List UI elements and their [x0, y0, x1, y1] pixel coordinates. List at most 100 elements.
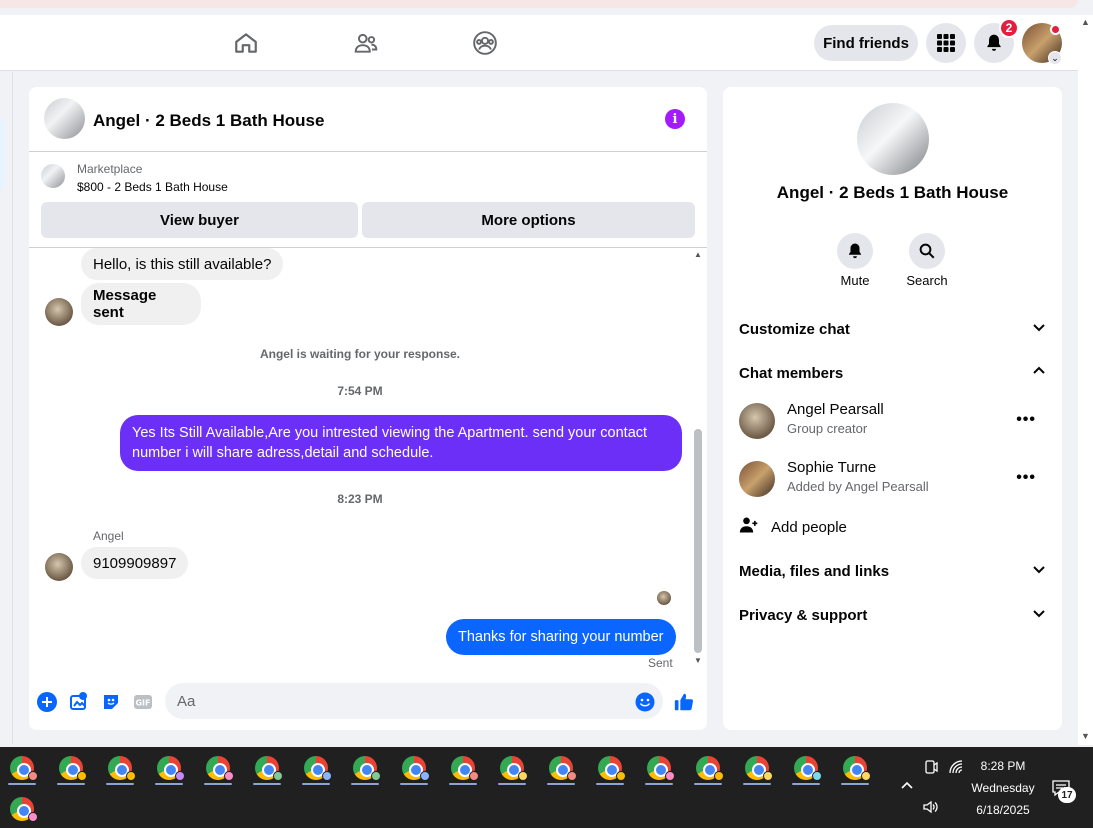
details-avatar[interactable]: [857, 103, 929, 175]
scroll-down-arrow-icon[interactable]: ▼: [1081, 731, 1090, 741]
chrome-taskbar-icon[interactable]: [737, 749, 777, 787]
chrome-taskbar-icon[interactable]: [590, 749, 630, 787]
chevron-up-icon[interactable]: [900, 779, 914, 796]
chat-title[interactable]: Angel · 2 Beds 1 Bath House: [93, 111, 324, 131]
menu-grid-icon[interactable]: [926, 23, 966, 63]
marketplace-label: Marketplace: [77, 162, 143, 176]
member-role: Added by Angel Pearsall: [787, 479, 929, 494]
find-friends-button[interactable]: Find friends: [814, 25, 918, 61]
message-list: Hello, is this still available? Message …: [29, 248, 707, 672]
member-avatar[interactable]: [739, 403, 775, 439]
info-icon[interactable]: i: [665, 109, 685, 129]
chrome-taskbar-icon[interactable]: [2, 790, 42, 828]
chrome-taskbar-icon[interactable]: [100, 749, 140, 787]
notification-badge: 2: [999, 18, 1019, 38]
customize-chat-row[interactable]: Customize chat: [739, 317, 1046, 341]
thumbs-up-icon[interactable]: [673, 691, 695, 713]
taskbar: 8:28 PM Wednesday 6/18/2025 17: [0, 747, 1093, 828]
scroll-up-arrow-icon[interactable]: ▲: [1081, 17, 1090, 27]
search-label: Search: [906, 273, 948, 288]
incoming-message[interactable]: Hello, is this still available?: [81, 248, 284, 280]
waiting-notice: Angel is waiting for your response.: [259, 347, 461, 361]
profile-status-dot: [1050, 24, 1061, 35]
chrome-taskbar-icon[interactable]: [394, 749, 434, 787]
chrome-taskbar-icon[interactable]: [296, 749, 336, 787]
timestamp: 8:23 PM: [337, 492, 383, 506]
gif-icon[interactable]: GIF: [132, 691, 154, 713]
listing-title[interactable]: $800 - 2 Beds 1 Bath House: [77, 180, 228, 194]
chat-members-row[interactable]: Chat members: [739, 361, 1046, 385]
friends-icon[interactable]: [352, 29, 380, 57]
delivery-status: Sent: [648, 656, 673, 670]
chrome-taskbar-icon[interactable]: [835, 749, 875, 787]
chrome-taskbar-icon[interactable]: [688, 749, 728, 787]
chrome-taskbar-icon[interactable]: [541, 749, 581, 787]
browser-top-strip: [0, 0, 1078, 8]
more-options-button[interactable]: More options: [362, 202, 695, 238]
media-files-row[interactable]: Media, files and links: [739, 559, 1046, 583]
privacy-support-row[interactable]: Privacy & support: [739, 603, 1046, 627]
timestamp: 7:54 PM: [337, 384, 383, 398]
member-item[interactable]: Angel Pearsall Group creator •••: [739, 401, 1046, 443]
search-icon[interactable]: [909, 233, 945, 269]
chevron-down-icon: [1032, 606, 1046, 624]
sticker-icon[interactable]: [100, 691, 122, 713]
chevron-up-icon: [1032, 364, 1046, 382]
outgoing-message[interactable]: Thanks for sharing your number: [446, 619, 676, 655]
member-name: Angel Pearsall: [787, 401, 884, 418]
clock-time[interactable]: 8:28 PM: [960, 759, 1046, 773]
scroll-up-arrow-icon[interactable]: ▲: [694, 250, 702, 259]
chat-scrollbar[interactable]: ▲ ▼: [691, 248, 705, 672]
mute-bell-icon[interactable]: [837, 233, 873, 269]
view-buyer-button[interactable]: View buyer: [41, 202, 358, 238]
chrome-taskbar-icon[interactable]: [786, 749, 826, 787]
media-files-label: Media, files and links: [739, 562, 890, 580]
chrome-taskbar-icon[interactable]: [639, 749, 679, 787]
chat-panel: Angel · 2 Beds 1 Bath House i Marketplac…: [29, 87, 707, 730]
chrome-taskbar-icon[interactable]: [198, 749, 238, 787]
scroll-down-arrow-icon[interactable]: ▼: [694, 656, 702, 665]
add-people-row[interactable]: Add people: [739, 515, 847, 539]
chrome-taskbar-icon[interactable]: [51, 749, 91, 787]
message-input[interactable]: Aa: [165, 683, 663, 719]
incoming-message[interactable]: 9109909897: [81, 547, 189, 579]
groups-icon[interactable]: [471, 29, 499, 57]
listing-thumbnail[interactable]: [41, 164, 65, 188]
chat-avatar[interactable]: [44, 98, 85, 139]
chrome-taskbar-icon[interactable]: [492, 749, 532, 787]
volume-icon[interactable]: [922, 799, 940, 818]
notification-count-badge: 17: [1058, 787, 1076, 803]
page-scrollbar[interactable]: ▲ ▼: [1078, 15, 1093, 745]
plus-circle-icon[interactable]: [36, 691, 58, 713]
read-receipt-avatar: [657, 591, 671, 605]
chevron-down-icon[interactable]: ⌄: [1048, 51, 1062, 65]
chat-details-panel: Angel · 2 Beds 1 Bath House Mute Search …: [723, 87, 1062, 730]
chrome-taskbar-icon[interactable]: [443, 749, 483, 787]
privacy-support-label: Privacy & support: [739, 606, 868, 624]
home-icon[interactable]: [232, 29, 260, 57]
chrome-taskbar-icon[interactable]: [345, 749, 385, 787]
outgoing-message[interactable]: Yes Its Still Available,Are you intreste…: [120, 415, 682, 471]
divider: [12, 72, 13, 744]
member-item[interactable]: Sophie Turne Added by Angel Pearsall •••: [739, 459, 1046, 501]
sender-name: Angel: [93, 529, 124, 543]
clock-day[interactable]: Wednesday: [960, 781, 1046, 795]
chat-scroll-thumb[interactable]: [694, 429, 702, 653]
photo-icon[interactable]: [68, 691, 90, 713]
chrome-taskbar-icon[interactable]: [149, 749, 189, 787]
camera-icon[interactable]: [924, 759, 938, 778]
more-options-icon[interactable]: •••: [1016, 411, 1036, 429]
member-avatar[interactable]: [739, 461, 775, 497]
sender-avatar[interactable]: [45, 553, 73, 581]
member-name: Sophie Turne: [787, 459, 877, 476]
left-sidebar-edge: [0, 118, 5, 190]
incoming-message[interactable]: Message sent: [81, 283, 201, 325]
clock-date[interactable]: 6/18/2025: [960, 803, 1046, 817]
chrome-taskbar-icon[interactable]: [247, 749, 287, 787]
emoji-icon[interactable]: [634, 691, 656, 713]
sender-avatar[interactable]: [45, 298, 73, 326]
chrome-taskbar-icon[interactable]: [2, 749, 42, 787]
add-people-label: Add people: [771, 518, 847, 536]
more-options-icon[interactable]: •••: [1016, 469, 1036, 487]
message-composer: GIF Aa: [29, 672, 707, 730]
